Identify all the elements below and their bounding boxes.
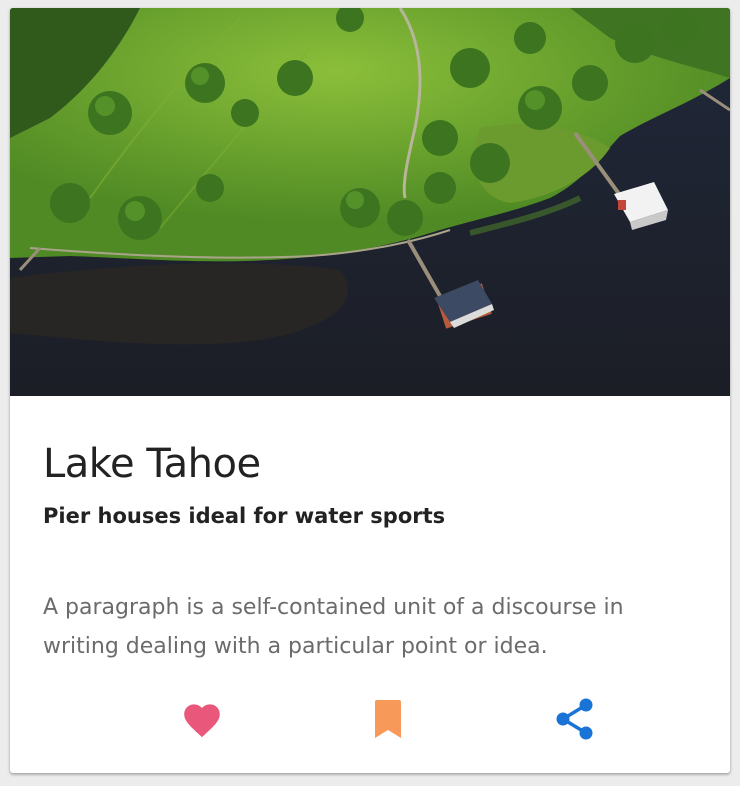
- like-button[interactable]: [177, 694, 227, 744]
- share-button[interactable]: [549, 694, 599, 744]
- card-description: A paragraph is a self-contained unit of …: [43, 595, 624, 659]
- card: Lake Tahoe Pier houses ideal for water s…: [10, 8, 730, 773]
- share-icon: [556, 698, 593, 740]
- card-subtitle: Pier houses ideal for water sports: [43, 504, 446, 528]
- card-title: Lake Tahoe: [43, 441, 261, 487]
- lake-aerial-image: [10, 8, 730, 396]
- bookmark-icon: [375, 700, 401, 738]
- card-actions: [10, 694, 730, 744]
- bookmark-button[interactable]: [363, 694, 413, 744]
- heart-icon: [184, 704, 220, 738]
